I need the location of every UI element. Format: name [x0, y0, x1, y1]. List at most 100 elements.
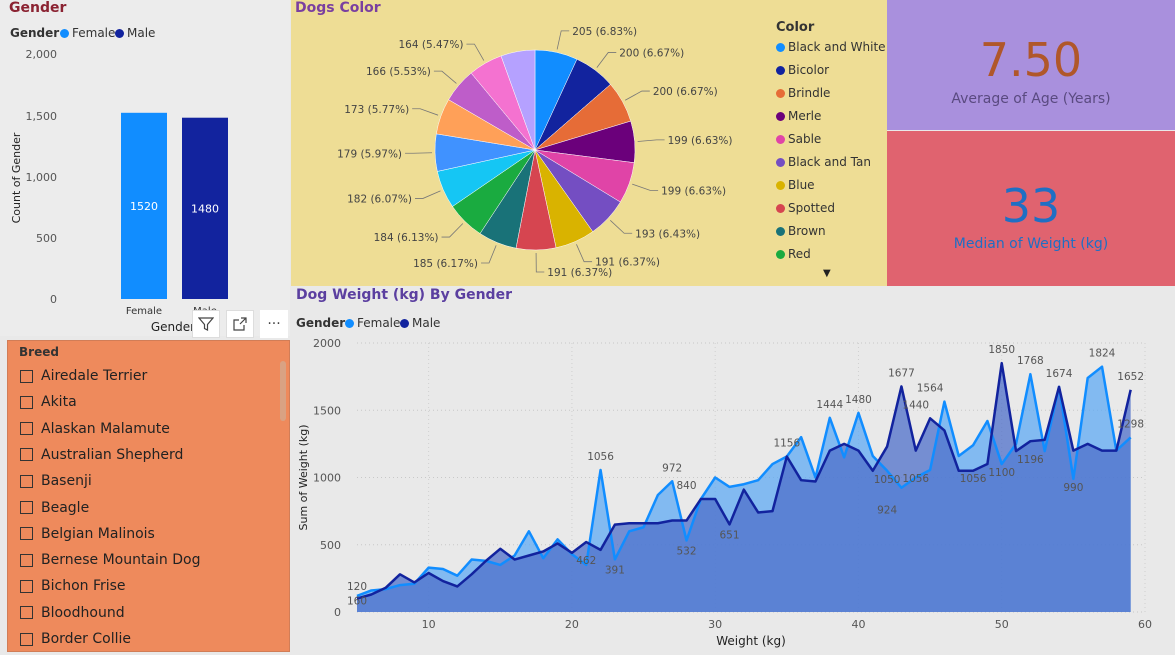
color-legend-item[interactable]: Merle	[776, 109, 821, 123]
area-data-label: 1440	[902, 399, 929, 411]
gender-chart-title: Gender	[9, 0, 67, 16]
pie-leader-line	[576, 244, 593, 263]
y-tick: 2000	[313, 337, 341, 350]
pie-leader-line	[535, 252, 545, 273]
color-legend-dot	[776, 135, 785, 144]
breed-option-label: Australian Shepherd	[41, 446, 184, 463]
area-data-label: 120	[347, 581, 367, 593]
color-legend-item[interactable]: Brown	[776, 224, 826, 238]
color-legend-item[interactable]: Blue	[776, 178, 815, 192]
color-legend-label: Red	[788, 247, 811, 261]
breed-option[interactable]: Bloodhound	[20, 602, 125, 624]
breed-checkbox[interactable]	[20, 553, 33, 567]
color-legend-item[interactable]: Red	[776, 247, 811, 261]
breed-option[interactable]: Beagle	[20, 497, 89, 519]
color-legend-label: Blue	[788, 178, 815, 192]
color-legend-label: Sable	[788, 132, 822, 146]
x-tick-female: Female	[126, 306, 162, 317]
color-legend-label: Brindle	[788, 86, 831, 100]
area-data-label: 532	[677, 545, 697, 557]
color-legend-item[interactable]: Black and White	[776, 40, 886, 54]
breed-option[interactable]: Border Collie	[20, 628, 131, 650]
breed-option[interactable]: Belgian Malinois	[20, 523, 155, 545]
pie-data-label: 205 (6.83%)	[572, 26, 637, 38]
breed-slicer[interactable]: Breed Airedale Terrier Akita Alaskan Malam…	[7, 340, 290, 652]
area-data-label: 840	[677, 480, 697, 492]
bar-label-female: 1520	[130, 200, 158, 213]
x-tick: 30	[708, 618, 722, 631]
legend-dot-female	[60, 29, 69, 38]
pie-leader-line	[481, 245, 497, 264]
color-legend-dot	[776, 227, 785, 236]
breed-option-label: Border Collie	[41, 631, 132, 647]
area-data-label: 924	[877, 505, 897, 517]
breed-option[interactable]: Australian Shepherd	[20, 444, 183, 466]
dogs-color-pie-visual[interactable]: Dogs Color 205 (6.83%) 200 (6.67%) 200 (6.…	[291, 0, 887, 286]
breed-option[interactable]: Basenji	[20, 470, 92, 492]
pie-leader-line	[441, 223, 464, 238]
weight-by-gender-area-chart[interactable]: Dog Weight (kg) By Gender Gender Female …	[291, 286, 1175, 655]
pie-leader-line	[415, 190, 441, 199]
breed-option-label: Bloodhound	[41, 604, 125, 621]
color-legend-dot	[776, 204, 785, 213]
area-data-label: 1674	[1046, 368, 1073, 380]
average-age-label: Average of Age (Years)	[951, 91, 1111, 107]
color-legend-item[interactable]: Black and Tan	[776, 155, 871, 169]
pie-data-label: 199 (6.63%)	[661, 185, 726, 197]
breed-checkbox[interactable]	[20, 395, 33, 409]
area-data-label: 972	[662, 462, 682, 474]
legend-item-female[interactable]: Female	[60, 26, 115, 40]
breed-scrollbar[interactable]	[280, 361, 286, 421]
breed-checkbox[interactable]	[20, 527, 33, 541]
area-data-label: 1056	[960, 473, 987, 485]
filter-icon-glyph	[198, 317, 214, 331]
color-legend-dot	[776, 158, 785, 167]
color-legend-item[interactable]: Bicolor	[776, 63, 829, 77]
y-tick: 1,000	[26, 171, 58, 184]
breed-option[interactable]: Airedale Terrier	[20, 365, 147, 387]
area-data-label: 1824	[1089, 348, 1116, 360]
breed-checkbox[interactable]	[20, 448, 33, 462]
gender-bar-chart-visual[interactable]: Gender Gender Female Male 2,000 1,500 1,…	[0, 0, 290, 338]
color-legend-item[interactable]: Spotted	[776, 201, 835, 215]
median-weight-card[interactable]: 33 Median of Weight (kg)	[887, 131, 1175, 286]
average-age-card[interactable]: 7.50 Average of Age (Years)	[887, 0, 1175, 130]
color-legend-dot	[776, 43, 785, 52]
breed-option[interactable]: Bernese Mountain Dog	[20, 549, 200, 571]
area-data-label: 462	[576, 555, 596, 567]
pie-leader-line	[412, 108, 439, 116]
color-legend-dot	[776, 181, 785, 190]
breed-checkbox[interactable]	[20, 422, 33, 436]
more-options-button[interactable]: ···	[260, 310, 288, 338]
breed-checkbox[interactable]	[20, 606, 33, 620]
filter-icon[interactable]	[192, 310, 220, 338]
legend-label-female: Female	[72, 26, 116, 40]
breed-checkbox[interactable]	[20, 369, 33, 383]
breed-checkbox[interactable]	[20, 632, 33, 646]
breed-checkbox[interactable]	[20, 501, 33, 514]
y-tick: 1000	[313, 472, 341, 485]
breed-option[interactable]: Bichon Frise	[20, 575, 126, 597]
breed-checkbox[interactable]	[20, 474, 33, 488]
breed-option-label: Beagle	[41, 499, 90, 516]
breed-option[interactable]: Alaskan Malamute	[20, 418, 170, 440]
color-legend-item[interactable]: Sable	[776, 132, 821, 146]
pie-data-label: 191 (6.37%)	[547, 267, 612, 279]
legend-label-male: Male	[127, 26, 156, 40]
breed-option-label: Belgian Malinois	[41, 525, 155, 542]
breed-checkbox[interactable]	[20, 579, 33, 593]
legend-scroll-down-icon[interactable]: ▼	[823, 268, 831, 279]
color-legend-label: Bicolor	[788, 63, 830, 77]
breed-option-label: Bernese Mountain Dog	[41, 552, 201, 569]
legend-item-male[interactable]: Male	[115, 26, 155, 40]
area-data-label: 1677	[888, 367, 915, 379]
gender-bar-svg: 2,000 1,500 1,000 500 0 Count of Gender …	[10, 48, 228, 334]
color-legend-item[interactable]: Brindle	[776, 86, 830, 100]
focus-mode-icon[interactable]	[226, 310, 254, 338]
breed-option[interactable]: Akita	[20, 391, 77, 413]
color-legend: Black and White Bicolor Brindle Merle Sable B…	[776, 40, 886, 270]
focus-mode-icon-glyph	[233, 317, 247, 331]
area-data-label: 391	[605, 564, 625, 576]
pie-chart-svg: 205 (6.83%) 200 (6.67%) 200 (6.67%) 199 (6.…	[337, 26, 732, 279]
area-data-label: 1100	[988, 467, 1015, 479]
